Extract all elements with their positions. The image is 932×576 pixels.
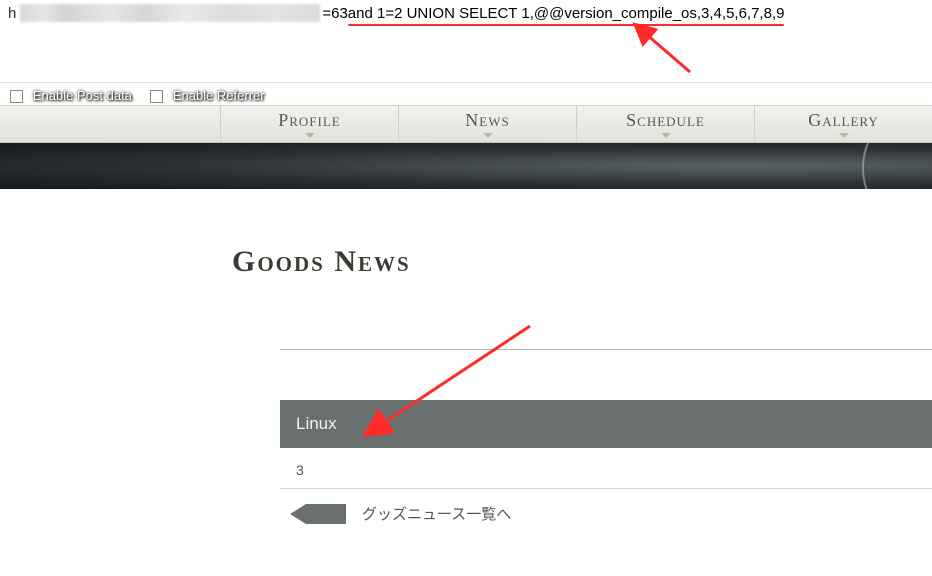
page-content: Goods News Linux 3 グッズニュース一覧へ: [0, 189, 932, 524]
enable-referrer-option[interactable]: Enable Referrer: [150, 87, 265, 103]
url-injection-payload: and 1=2 UNION SELECT 1,@@version_compile…: [348, 5, 785, 22]
main-nav: Profile News Schedule Gallery: [0, 105, 932, 143]
back-link-row: グッズニュース一覧へ: [280, 489, 932, 524]
news-item-subvalue: 3: [280, 448, 932, 489]
checkbox-icon: [150, 90, 163, 103]
page-heading: Goods News: [232, 245, 932, 279]
nav-item-profile[interactable]: Profile: [220, 106, 398, 142]
nav-item-gallery[interactable]: Gallery: [754, 106, 932, 142]
banner-decoration: [862, 143, 932, 189]
request-options-row: Enable Post data Enable Referrer: [0, 83, 932, 105]
nav-item-schedule[interactable]: Schedule: [576, 106, 754, 142]
url-tail-plain: =63: [322, 5, 347, 22]
enable-post-data-label: Enable Post data: [33, 88, 132, 103]
hero-banner: [0, 143, 932, 189]
back-arrow-icon[interactable]: [290, 504, 346, 524]
enable-referrer-label: Enable Referrer: [173, 88, 265, 103]
annotation-underline: [348, 24, 785, 26]
news-item-title: Linux: [296, 414, 337, 433]
url-prefix: h: [8, 5, 16, 22]
back-link[interactable]: グッズニュース一覧へ: [362, 503, 511, 524]
address-bar-area: h =63 and 1=2 UNION SELECT 1,@@version_c…: [0, 0, 932, 83]
url-redacted-segment: [20, 4, 320, 22]
nav-item-news[interactable]: News: [398, 106, 576, 142]
divider: [280, 349, 932, 350]
news-item-title-bar: Linux: [280, 400, 932, 448]
checkbox-icon: [10, 90, 23, 103]
address-bar[interactable]: h =63 and 1=2 UNION SELECT 1,@@version_c…: [8, 4, 924, 22]
news-section: Linux 3 グッズニュース一覧へ: [280, 349, 932, 524]
enable-post-data-option[interactable]: Enable Post data: [10, 87, 132, 103]
